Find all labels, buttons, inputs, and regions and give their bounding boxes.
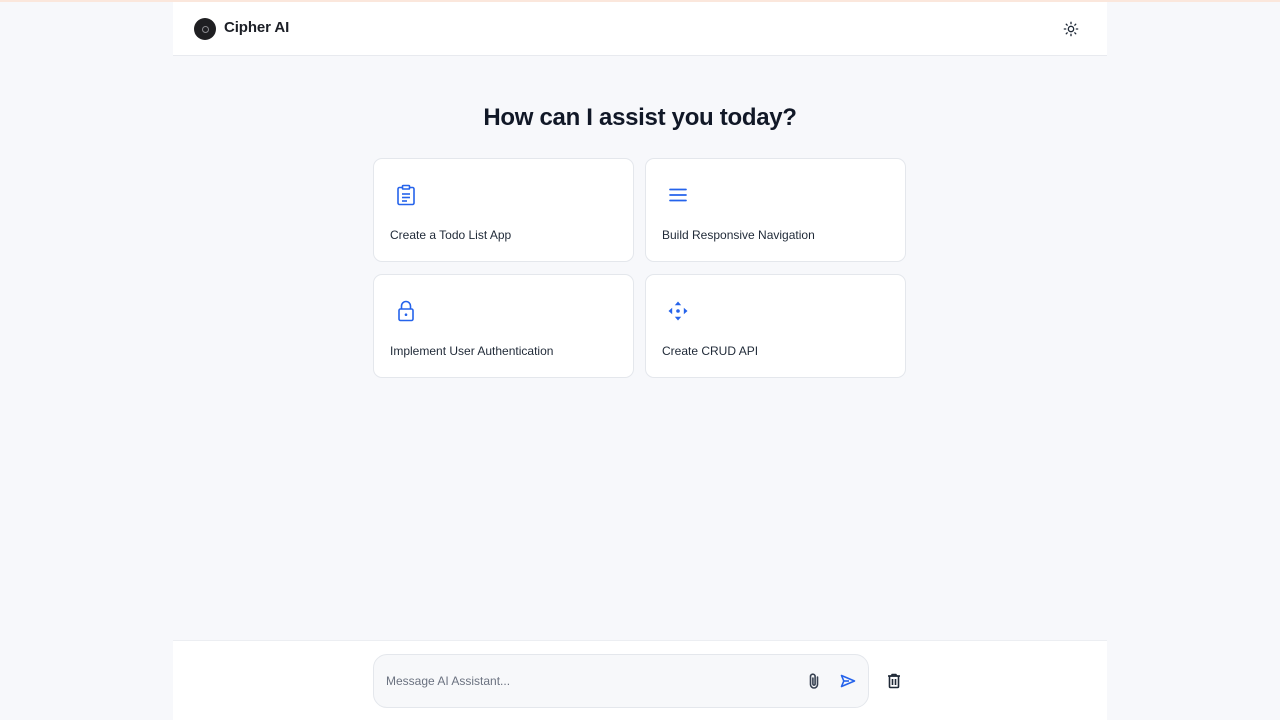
suggestion-card-responsive-nav[interactable]: Build Responsive Navigation (645, 158, 906, 262)
app-shell: Cipher AI How can I assist you today? Cr… (173, 2, 1107, 720)
suggestion-label: Build Responsive Navigation (662, 228, 815, 242)
trash-icon (888, 673, 900, 689)
sun-icon (1063, 21, 1079, 37)
theme-toggle-button[interactable] (1059, 17, 1083, 41)
brand-name: Cipher AI (224, 19, 290, 36)
suggestion-card-crud-api[interactable]: Create CRUD API (645, 274, 906, 378)
page-heading: How can I assist you today? (483, 104, 797, 131)
lock-icon (394, 299, 418, 323)
suggestion-card-user-auth[interactable]: Implement User Authentication (373, 274, 634, 378)
top-bar: Cipher AI (173, 2, 1107, 56)
suggestion-card-todo-app[interactable]: Create a Todo List App (373, 158, 634, 262)
suggestion-label: Create CRUD API (662, 344, 759, 358)
suggestion-label: Implement User Authentication (390, 344, 554, 358)
send-icon (840, 674, 856, 688)
suggestion-label: Create a Todo List App (390, 228, 512, 242)
message-composer (373, 654, 869, 708)
menu-icon (666, 183, 690, 207)
composer-bar (173, 640, 1107, 720)
message-input[interactable] (386, 670, 786, 692)
api-arrows-icon (666, 299, 690, 323)
paperclip-icon (809, 673, 819, 689)
attach-button[interactable] (803, 670, 825, 692)
clear-chat-button[interactable] (883, 670, 905, 692)
clipboard-list-icon (394, 183, 418, 207)
send-button[interactable] (837, 670, 859, 692)
cipher-logo-icon (194, 18, 216, 40)
